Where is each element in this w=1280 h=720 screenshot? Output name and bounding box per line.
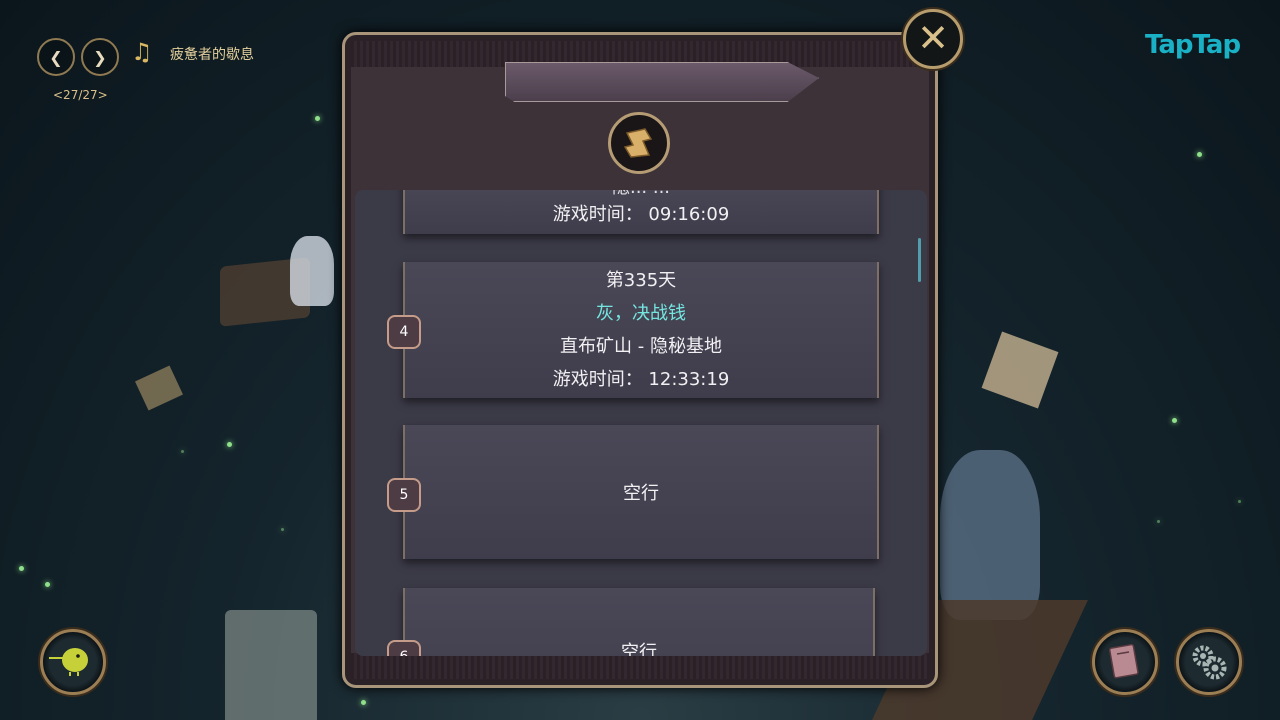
firefly (45, 582, 50, 587)
save-slot[interactable]: 隐... ... 游戏时间： 09:16:09 (403, 190, 879, 234)
firefly (1238, 500, 1241, 503)
kiwi-menu-button[interactable] (40, 629, 106, 695)
slot-number-badge: 6 (387, 640, 421, 656)
book-icon (1108, 643, 1139, 679)
gears-icon (1192, 645, 1227, 680)
firefly (1157, 520, 1160, 523)
firefly (315, 116, 320, 121)
floating-book (135, 365, 183, 411)
firefly (1172, 418, 1177, 423)
previous-track-button[interactable]: ❮ (37, 38, 75, 76)
firefly (227, 442, 232, 447)
slot-number-badge: 4 (387, 315, 421, 349)
close-icon: ✕ (917, 16, 949, 60)
save-slot[interactable]: 空行 (403, 425, 879, 559)
close-button[interactable]: ✕ (903, 9, 963, 69)
firefly (19, 566, 24, 571)
taptap-logo: TapTap (1145, 30, 1241, 60)
floating-character (290, 236, 334, 306)
journal-button[interactable] (1092, 629, 1158, 695)
settings-button[interactable] (1176, 629, 1242, 695)
map-scroll-icon (608, 112, 670, 174)
song-title: 疲惫者的歇息 (170, 47, 254, 63)
slot-empty-label: 空行 (621, 642, 657, 656)
slot-play-time: 游戏时间： 09:16:09 (552, 204, 730, 225)
save-slot[interactable]: 第335天 灰，决战钱 直布矿山 - 隐秘基地 游戏时间： 12:33:19 (403, 262, 879, 398)
save-slot-list[interactable]: 隐... ... 游戏时间： 09:16:09 第335天 灰，决战钱 直布矿山… (355, 190, 927, 656)
slot-quest: 灰，决战钱 (596, 303, 686, 324)
slot-play-time: 游戏时间： 12:33:19 (552, 369, 730, 390)
panel-title-banner (505, 62, 819, 102)
slot-location-partial: 隐... ... (405, 190, 877, 198)
panel-bottom-strip (351, 653, 929, 679)
floating-lantern (981, 331, 1059, 409)
firefly (181, 450, 184, 453)
tower (225, 610, 317, 720)
firefly (1197, 152, 1202, 157)
list-scrollbar[interactable] (918, 238, 921, 282)
slot-number-badge: 5 (387, 478, 421, 512)
slot-day: 第335天 (605, 270, 677, 291)
track-counter: <27/27> (53, 88, 108, 102)
save-slot[interactable]: 空行 (403, 588, 875, 656)
next-track-button[interactable]: ❯ (81, 38, 119, 76)
chevron-left-icon: ❮ (49, 47, 63, 67)
music-note-icon: ♫ (131, 38, 153, 66)
slot-location: 直布矿山 - 隐秘基地 (560, 336, 722, 357)
warrior-character (940, 450, 1040, 620)
slot-empty-label: 空行 (623, 483, 659, 504)
firefly (361, 700, 366, 705)
chevron-right-icon: ❯ (93, 47, 107, 67)
firefly (281, 528, 284, 531)
kiwi-bird-icon (49, 648, 88, 676)
